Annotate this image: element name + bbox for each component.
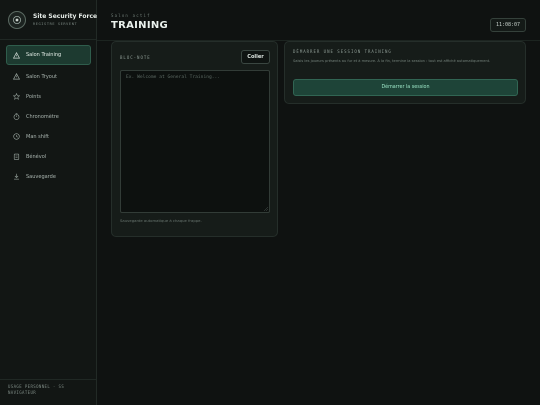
star-icon [12,93,20,101]
sidebar-footer: USAGE PERSONNEL · SS NAVIGATEUR [8,384,65,395]
sidebar-item-label: Chronomètre [26,113,59,120]
notes-placeholder: Ex. Welcome at General Training... [126,75,221,80]
sidebar-item-salon-tryout[interactable]: Salon Tryout [6,67,91,86]
page-eyebrow: Salon actif [111,13,151,18]
brand-subtitle: REGISTRE SERVENT [33,22,78,26]
shield-logo-icon [8,11,26,29]
sidebar-item-label: Sauvegarde [26,173,56,180]
notes-card: BLOC-NOTE Coller Ex. Welcome at General … [111,41,278,237]
sidebar: Site Security Force REGISTRE SERVENT Sal… [0,0,97,405]
sidebar-nav: Salon Training Salon Tryout Points Chron… [6,45,91,187]
clock-display: 11:08:07 [490,18,526,32]
sidebar-item-points[interactable]: Points [6,87,91,106]
sidebar-item-label: Points [26,93,42,100]
resize-grip-icon[interactable] [263,206,268,211]
session-description: Saisis les joueurs présents au fur et à … [293,59,491,63]
sidebar-item-label: Man shift [26,133,49,140]
sidebar-item-label: Bénévol [26,153,47,160]
notes-label: BLOC-NOTE [120,55,151,60]
sidebar-item-salon-training[interactable]: Salon Training [6,45,91,65]
warning-triangle-icon [12,51,20,59]
stopwatch-icon [12,113,20,121]
warning-triangle-icon [12,73,20,81]
sidebar-item-man-shift[interactable]: Man shift [6,127,91,146]
clipboard-icon [12,153,20,161]
sidebar-divider [0,39,96,40]
autosave-note: Sauvegarde automatique à chaque frappe. [120,218,202,223]
notes-textarea[interactable]: Ex. Welcome at General Training... [120,70,270,213]
session-label: DÉMARRER UNE SESSION TRAINING [293,49,392,54]
sidebar-item-label: Salon Tryout [26,73,57,80]
download-icon [12,173,20,181]
brand: Site Security Force REGISTRE SERVENT [8,11,97,29]
brand-title: Site Security Force [33,13,98,20]
sidebar-item-benevol[interactable]: Bénévol [6,147,91,166]
session-card: DÉMARRER UNE SESSION TRAINING Saisis les… [284,41,526,104]
paste-button[interactable]: Coller [241,50,270,64]
page-title: TRAINING [111,20,169,31]
start-session-button[interactable]: Démarrer la session [293,79,518,96]
sidebar-item-label: Salon Training [26,52,62,58]
sidebar-footer-divider [0,379,96,380]
clock-icon [12,133,20,141]
sidebar-item-sauvegarde[interactable]: Sauvegarde [6,167,91,186]
sidebar-item-chronometre[interactable]: Chronomètre [6,107,91,126]
